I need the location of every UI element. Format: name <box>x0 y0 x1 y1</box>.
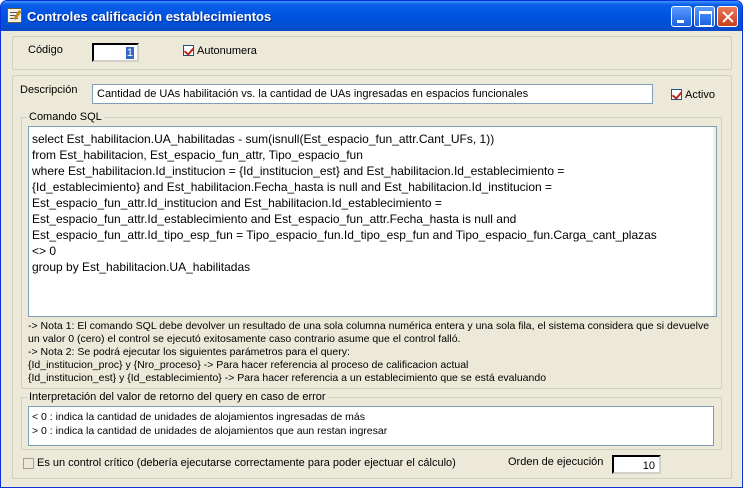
codigo-label: Código <box>28 44 63 56</box>
sql-line: where Est_habilitacion.Id_institucion = … <box>32 164 565 178</box>
sql-line: group by Est_habilitacion.UA_habilitadas <box>32 260 251 274</box>
control-critico-label[interactable]: Es un control crítico (debería ejecutars… <box>37 457 456 469</box>
orden-input[interactable]: 10 <box>612 455 661 474</box>
interpretacion-label: Interpretación del valor de retorno del … <box>27 391 328 403</box>
sql-line: from Est_habilitacion, Est_espacio_fun_a… <box>32 148 363 162</box>
scrollbar[interactable] <box>713 127 716 316</box>
comando-sql-label: Comando SQL <box>27 111 104 123</box>
sql-line: {Id_establecimiento} and Est_habilitacio… <box>32 180 553 194</box>
note-line: -> Nota 1: El comando SQL debe devolver … <box>28 320 710 332</box>
note-line: un valor 0 (cero) el control se ejecutó … <box>28 333 461 345</box>
note-line: {Id_institucion_est} y {Id_establecimien… <box>28 372 547 384</box>
sql-line: select Est_habilitacion.UA_habilitadas -… <box>32 132 495 146</box>
sql-line: <> 0 <box>32 244 57 258</box>
activo-checkbox[interactable] <box>671 89 682 100</box>
interp-line: < 0 : indica la cantidad de unidades de … <box>32 411 366 423</box>
codigo-value: 1 <box>125 47 134 59</box>
note-line: -> Nota 2: Se podrá ejecutar los siguien… <box>28 346 350 358</box>
window-title: Controles calificación establecimientos <box>27 9 272 24</box>
close-button[interactable] <box>717 6 738 27</box>
minimize-button[interactable] <box>671 6 692 27</box>
title-bar[interactable]: Controles calificación establecimientos <box>1 1 742 31</box>
sql-textarea[interactable]: select Est_habilitacion.UA_habilitadas -… <box>28 126 717 317</box>
sql-line: Est_espacio_fun_attr.Id_tipo_esp_fun = T… <box>32 228 657 242</box>
sql-line: Est_espacio_fun_attr.Id_establecimiento … <box>32 212 517 226</box>
activo-label[interactable]: Activo <box>685 89 715 101</box>
window: Controles calificación establecimientos … <box>0 0 743 488</box>
descripcion-input[interactable]: Cantidad de UAs habilitación vs. la cant… <box>92 84 653 104</box>
maximize-button[interactable] <box>694 6 715 27</box>
orden-label: Orden de ejecución <box>508 456 604 468</box>
note-line: {Id_institucion_proc} y {Nro_proceso} ->… <box>28 359 469 371</box>
autonumera-label[interactable]: Autonumera <box>197 45 257 57</box>
codigo-input[interactable]: 1 <box>92 43 139 62</box>
interpretacion-textarea[interactable]: < 0 : indica la cantidad de unidades de … <box>28 406 714 446</box>
form-edit-icon[interactable] <box>7 8 22 23</box>
descripcion-label: Descripción <box>20 84 78 96</box>
sql-line: Est_espacio_fun_attr.Id_institucion and … <box>32 196 442 210</box>
control-critico-checkbox[interactable] <box>23 458 34 469</box>
autonumera-checkbox[interactable] <box>183 45 194 56</box>
descripcion-value: Cantidad de UAs habilitación vs. la cant… <box>97 88 529 100</box>
interp-line: > 0 : indica la cantidad de unidades de … <box>32 425 388 437</box>
orden-value: 10 <box>642 460 655 472</box>
